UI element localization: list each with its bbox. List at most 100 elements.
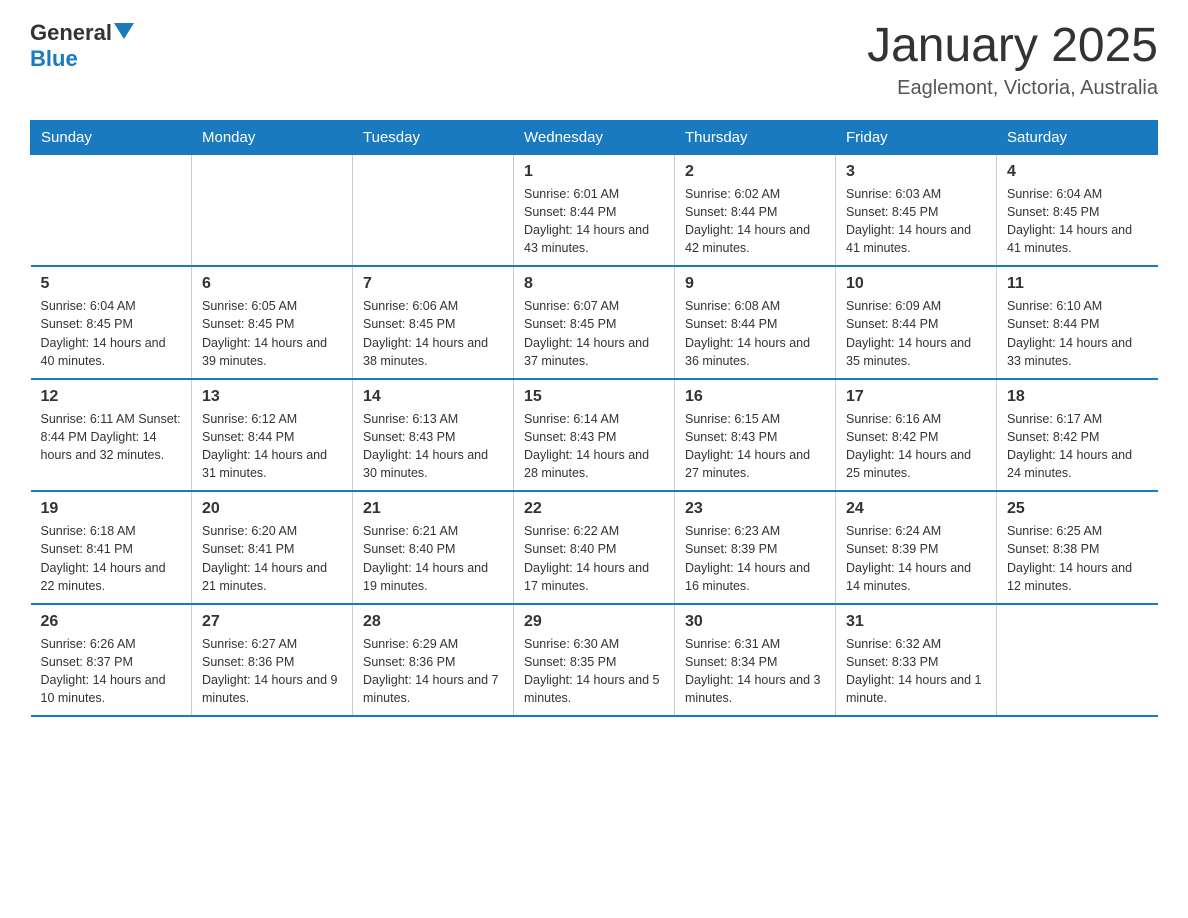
- day-number: 20: [202, 500, 342, 518]
- header-wednesday: Wednesday: [514, 120, 675, 154]
- day-number: 24: [846, 500, 986, 518]
- calendar-cell: 11 Sunrise: 6:10 AM Sunset: 8:44 PM Dayli…: [997, 266, 1158, 379]
- day-info: Sunrise: 6:22 AM Sunset: 8:40 PM Dayligh…: [524, 522, 664, 595]
- logo-general-text: General: [30, 20, 112, 46]
- calendar-cell: 15 Sunrise: 6:14 AM Sunset: 8:43 PM Dayli…: [514, 379, 675, 492]
- calendar-cell: 14 Sunrise: 6:13 AM Sunset: 8:43 PM Dayli…: [353, 379, 514, 492]
- calendar-week-row: 26 Sunrise: 6:26 AM Sunset: 8:37 PM Dayli…: [31, 604, 1158, 717]
- day-number: 27: [202, 613, 342, 631]
- day-info: Sunrise: 6:08 AM Sunset: 8:44 PM Dayligh…: [685, 297, 825, 370]
- calendar-cell: 21 Sunrise: 6:21 AM Sunset: 8:40 PM Dayli…: [353, 491, 514, 604]
- day-number: 3: [846, 163, 986, 181]
- day-number: 21: [363, 500, 503, 518]
- calendar-cell: 24 Sunrise: 6:24 AM Sunset: 8:39 PM Dayli…: [836, 491, 997, 604]
- day-info: Sunrise: 6:24 AM Sunset: 8:39 PM Dayligh…: [846, 522, 986, 595]
- day-info: Sunrise: 6:05 AM Sunset: 8:45 PM Dayligh…: [202, 297, 342, 370]
- calendar-week-row: 12 Sunrise: 6:11 AM Sunset: 8:44 PM Dayli…: [31, 379, 1158, 492]
- calendar-cell: 10Sunrise: 6:09 AM Sunset: 8:44 PM Dayli…: [836, 266, 997, 379]
- day-number: 11: [1007, 275, 1148, 293]
- day-number: 16: [685, 388, 825, 406]
- day-number: 25: [1007, 500, 1148, 518]
- day-number: 17: [846, 388, 986, 406]
- calendar-cell: 1 Sunrise: 6:01 AM Sunset: 8:44 PM Daylig…: [514, 154, 675, 266]
- day-number: 29: [524, 613, 664, 631]
- day-number: 31: [846, 613, 986, 631]
- calendar-cell: 31 Sunrise: 6:32 AM Sunset: 8:33 PM Dayli…: [836, 604, 997, 717]
- day-number: 30: [685, 613, 825, 631]
- day-number: 22: [524, 500, 664, 518]
- calendar-cell: 13 Sunrise: 6:12 AM Sunset: 8:44 PM Dayli…: [192, 379, 353, 492]
- day-number: 15: [524, 388, 664, 406]
- day-info: Sunrise: 6:18 AM Sunset: 8:41 PM Dayligh…: [41, 522, 182, 595]
- logo-triangle-icon: [114, 23, 134, 39]
- header-tuesday: Tuesday: [353, 120, 514, 154]
- calendar-cell: 25 Sunrise: 6:25 AM Sunset: 8:38 PM Dayli…: [997, 491, 1158, 604]
- calendar-cell: 22 Sunrise: 6:22 AM Sunset: 8:40 PM Dayli…: [514, 491, 675, 604]
- calendar-cell: 8Sunrise: 6:07 AM Sunset: 8:45 PM Daylig…: [514, 266, 675, 379]
- day-info: Sunrise: 6:07 AM Sunset: 8:45 PM Dayligh…: [524, 297, 664, 370]
- calendar-cell: 20 Sunrise: 6:20 AM Sunset: 8:41 PM Dayli…: [192, 491, 353, 604]
- day-number: 12: [41, 388, 182, 406]
- header-friday: Friday: [836, 120, 997, 154]
- day-info: Sunrise: 6:13 AM Sunset: 8:43 PM Dayligh…: [363, 410, 503, 483]
- day-info: Sunrise: 6:31 AM Sunset: 8:34 PM Dayligh…: [685, 635, 825, 708]
- calendar-cell: 29 Sunrise: 6:30 AM Sunset: 8:35 PM Dayli…: [514, 604, 675, 717]
- day-info: Sunrise: 6:01 AM Sunset: 8:44 PM Dayligh…: [524, 185, 664, 258]
- calendar-cell: 30 Sunrise: 6:31 AM Sunset: 8:34 PM Dayli…: [675, 604, 836, 717]
- calendar-cell: 18 Sunrise: 6:17 AM Sunset: 8:42 PM Dayli…: [997, 379, 1158, 492]
- day-info: Sunrise: 6:23 AM Sunset: 8:39 PM Dayligh…: [685, 522, 825, 595]
- day-info: Sunrise: 6:14 AM Sunset: 8:43 PM Dayligh…: [524, 410, 664, 483]
- day-number: 13: [202, 388, 342, 406]
- day-info: Sunrise: 6:12 AM Sunset: 8:44 PM Dayligh…: [202, 410, 342, 483]
- day-info: Sunrise: 6:32 AM Sunset: 8:33 PM Dayligh…: [846, 635, 986, 708]
- header-monday: Monday: [192, 120, 353, 154]
- day-number: 5: [41, 275, 182, 293]
- page-header: General Blue January 2025 Eaglemont, Vic…: [30, 20, 1158, 100]
- day-info: Sunrise: 6:11 AM Sunset: 8:44 PM Dayligh…: [41, 410, 182, 464]
- day-info: Sunrise: 6:17 AM Sunset: 8:42 PM Dayligh…: [1007, 410, 1148, 483]
- calendar-cell: [353, 154, 514, 266]
- day-number: 7: [363, 275, 503, 293]
- day-number: 6: [202, 275, 342, 293]
- day-number: 4: [1007, 163, 1148, 181]
- day-info: Sunrise: 6:10 AM Sunset: 8:44 PM Dayligh…: [1007, 297, 1148, 370]
- day-number: 10: [846, 275, 986, 293]
- day-info: Sunrise: 6:26 AM Sunset: 8:37 PM Dayligh…: [41, 635, 182, 708]
- calendar-cell: 23 Sunrise: 6:23 AM Sunset: 8:39 PM Dayli…: [675, 491, 836, 604]
- calendar-title: January 2025: [867, 20, 1158, 73]
- calendar-table: SundayMondayTuesdayWednesdayThursdayFrid…: [30, 120, 1158, 718]
- calendar-header: SundayMondayTuesdayWednesdayThursdayFrid…: [31, 120, 1158, 154]
- day-info: Sunrise: 6:20 AM Sunset: 8:41 PM Dayligh…: [202, 522, 342, 595]
- day-number: 23: [685, 500, 825, 518]
- day-number: 18: [1007, 388, 1148, 406]
- calendar-cell: 26 Sunrise: 6:26 AM Sunset: 8:37 PM Dayli…: [31, 604, 192, 717]
- calendar-cell: 4 Sunrise: 6:04 AM Sunset: 8:45 PM Daylig…: [997, 154, 1158, 266]
- calendar-week-row: 1 Sunrise: 6:01 AM Sunset: 8:44 PM Daylig…: [31, 154, 1158, 266]
- calendar-cell: 28Sunrise: 6:29 AM Sunset: 8:36 PM Dayli…: [353, 604, 514, 717]
- day-number: 26: [41, 613, 182, 631]
- day-info: Sunrise: 6:04 AM Sunset: 8:45 PM Dayligh…: [1007, 185, 1148, 258]
- header-row: SundayMondayTuesdayWednesdayThursdayFrid…: [31, 120, 1158, 154]
- day-number: 28: [363, 613, 503, 631]
- day-info: Sunrise: 6:21 AM Sunset: 8:40 PM Dayligh…: [363, 522, 503, 595]
- calendar-body: 1 Sunrise: 6:01 AM Sunset: 8:44 PM Daylig…: [31, 154, 1158, 716]
- day-info: Sunrise: 6:02 AM Sunset: 8:44 PM Dayligh…: [685, 185, 825, 258]
- calendar-cell: 16 Sunrise: 6:15 AM Sunset: 8:43 PM Dayli…: [675, 379, 836, 492]
- day-info: Sunrise: 6:30 AM Sunset: 8:35 PM Dayligh…: [524, 635, 664, 708]
- title-section: January 2025 Eaglemont, Victoria, Austra…: [867, 20, 1158, 100]
- day-info: Sunrise: 6:15 AM Sunset: 8:43 PM Dayligh…: [685, 410, 825, 483]
- day-info: Sunrise: 6:06 AM Sunset: 8:45 PM Dayligh…: [363, 297, 503, 370]
- day-number: 19: [41, 500, 182, 518]
- day-number: 1: [524, 163, 664, 181]
- day-info: Sunrise: 6:25 AM Sunset: 8:38 PM Dayligh…: [1007, 522, 1148, 595]
- calendar-cell: [192, 154, 353, 266]
- calendar-cell: 5Sunrise: 6:04 AM Sunset: 8:45 PM Daylig…: [31, 266, 192, 379]
- day-info: Sunrise: 6:27 AM Sunset: 8:36 PM Dayligh…: [202, 635, 342, 708]
- header-saturday: Saturday: [997, 120, 1158, 154]
- day-number: 14: [363, 388, 503, 406]
- calendar-cell: [31, 154, 192, 266]
- logo: General Blue: [30, 20, 134, 72]
- day-info: Sunrise: 6:16 AM Sunset: 8:42 PM Dayligh…: [846, 410, 986, 483]
- calendar-week-row: 5Sunrise: 6:04 AM Sunset: 8:45 PM Daylig…: [31, 266, 1158, 379]
- calendar-cell: 3Sunrise: 6:03 AM Sunset: 8:45 PM Daylig…: [836, 154, 997, 266]
